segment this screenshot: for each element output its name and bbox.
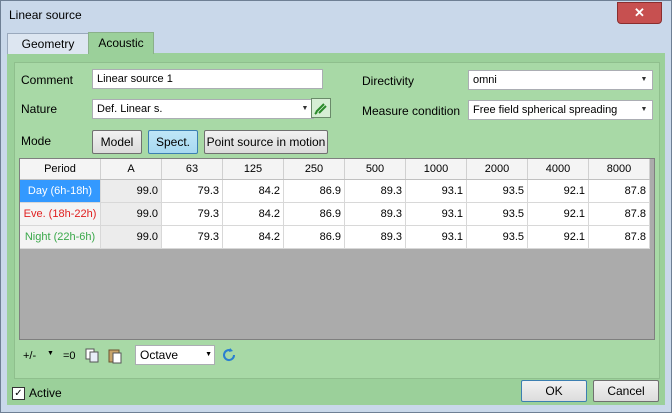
acoustic-panel: Comment Linear source 1 Directivity omni… bbox=[14, 62, 660, 379]
chevron-down-icon[interactable]: ▼ bbox=[47, 350, 54, 357]
spectrum-table: Period A 63 125 250 500 1000 2000 4000 8… bbox=[20, 159, 650, 249]
mode-spect-button[interactable]: Spect. bbox=[148, 130, 198, 154]
value-cell[interactable]: 89.3 bbox=[344, 202, 406, 226]
measure-condition-select[interactable]: Free field spherical spreading ▼ bbox=[468, 100, 653, 120]
column-header[interactable]: 63 bbox=[161, 159, 223, 180]
value-cell[interactable]: 89.3 bbox=[344, 225, 406, 249]
value-cell[interactable]: 84.2 bbox=[222, 225, 284, 249]
title-bar: Linear source ✕ bbox=[1, 1, 671, 31]
ok-button[interactable]: OK bbox=[521, 380, 587, 402]
value-cell[interactable]: 93.1 bbox=[405, 225, 467, 249]
column-header[interactable]: 8000 bbox=[588, 159, 650, 180]
value-cell[interactable]: 86.9 bbox=[283, 179, 345, 203]
column-header[interactable]: 4000 bbox=[527, 159, 589, 180]
window-title: Linear source bbox=[9, 8, 82, 22]
table-row-day: Day (6h-18h) 99.0 79.3 84.2 86.9 89.3 93… bbox=[20, 179, 650, 203]
close-button[interactable]: ✕ bbox=[617, 2, 662, 24]
value-cell[interactable]: 89.3 bbox=[344, 179, 406, 203]
value-cell[interactable]: 92.1 bbox=[527, 179, 589, 203]
column-header[interactable]: Period bbox=[20, 159, 101, 180]
cancel-button[interactable]: Cancel bbox=[593, 380, 659, 402]
value-cell[interactable]: 79.3 bbox=[161, 225, 223, 249]
grid-toolbar: +/- ▼ =0 Octave ▼ bbox=[23, 345, 243, 367]
value-cell[interactable]: 86.9 bbox=[283, 202, 345, 226]
period-cell[interactable]: Night (22h-6h) bbox=[20, 225, 101, 249]
dialog-window: Linear source ✕ Geometry Acoustic Commen… bbox=[0, 0, 672, 413]
directivity-label: Directivity bbox=[362, 74, 415, 88]
band-value: Octave bbox=[140, 348, 179, 362]
measure-condition-label: Measure condition bbox=[362, 104, 461, 118]
value-cell[interactable]: 93.5 bbox=[466, 225, 528, 249]
mode-label: Mode bbox=[21, 134, 52, 148]
column-header[interactable]: 1000 bbox=[405, 159, 467, 180]
copy-icon[interactable] bbox=[85, 348, 101, 364]
nature-select[interactable]: Def. Linear s. ▼ bbox=[92, 99, 314, 119]
mode-point-source-button[interactable]: Point source in motion bbox=[204, 130, 328, 154]
dialog-client-area: Geometry Acoustic Comment Linear source … bbox=[7, 31, 665, 405]
value-cell[interactable]: 86.9 bbox=[283, 225, 345, 249]
value-cell[interactable]: 87.8 bbox=[588, 225, 650, 249]
value-cell[interactable]: 79.3 bbox=[161, 179, 223, 203]
chevron-down-icon: ▼ bbox=[205, 351, 212, 358]
measure-condition-value: Free field spherical spreading bbox=[473, 104, 618, 116]
spectrum-grid: Period A 63 125 250 500 1000 2000 4000 8… bbox=[19, 158, 655, 340]
nature-label: Nature bbox=[21, 102, 58, 116]
period-cell[interactable]: Eve. (18h-22h) bbox=[20, 202, 101, 226]
value-cell[interactable]: 84.2 bbox=[222, 202, 284, 226]
value-cell[interactable]: 93.5 bbox=[466, 202, 528, 226]
value-cell[interactable]: 87.8 bbox=[588, 202, 650, 226]
value-cell[interactable]: 99.0 bbox=[100, 225, 162, 249]
set-zero-button[interactable]: =0 bbox=[63, 350, 76, 362]
pencil-icon bbox=[314, 103, 327, 115]
value-cell[interactable]: 99.0 bbox=[100, 179, 162, 203]
band-select[interactable]: Octave ▼ bbox=[135, 345, 215, 365]
directivity-value: omni bbox=[473, 74, 497, 86]
directivity-select[interactable]: omni ▼ bbox=[468, 70, 653, 90]
table-row-evening: Eve. (18h-22h) 99.0 79.3 84.2 86.9 89.3 … bbox=[20, 202, 650, 226]
tab-acoustic[interactable]: Acoustic bbox=[88, 32, 154, 54]
value-cell[interactable]: 84.2 bbox=[222, 179, 284, 203]
comment-label: Comment bbox=[21, 73, 74, 87]
table-header-row: Period A 63 125 250 500 1000 2000 4000 8… bbox=[20, 159, 650, 180]
chevron-down-icon: ▼ bbox=[640, 106, 648, 113]
period-cell[interactable]: Day (6h-18h) bbox=[20, 179, 101, 203]
comment-input[interactable]: Linear source 1 bbox=[92, 69, 323, 89]
value-cell[interactable]: 92.1 bbox=[527, 202, 589, 226]
column-header[interactable]: 250 bbox=[283, 159, 345, 180]
edit-nature-button[interactable] bbox=[311, 98, 331, 118]
value-cell[interactable]: 93.5 bbox=[466, 179, 528, 203]
tab-geometry[interactable]: Geometry bbox=[7, 33, 89, 54]
column-header[interactable]: 500 bbox=[344, 159, 406, 180]
value-cell[interactable]: 93.1 bbox=[405, 202, 467, 226]
active-checkbox[interactable]: ✓ bbox=[12, 387, 25, 400]
column-header[interactable]: 125 bbox=[222, 159, 284, 180]
plus-minus-button[interactable]: +/- bbox=[23, 350, 36, 362]
value-cell[interactable]: 79.3 bbox=[161, 202, 223, 226]
value-cell[interactable]: 87.8 bbox=[588, 179, 650, 203]
mode-model-button[interactable]: Model bbox=[92, 130, 142, 154]
refresh-icon[interactable] bbox=[221, 347, 237, 363]
value-cell[interactable]: 99.0 bbox=[100, 202, 162, 226]
table-row-night: Night (22h-6h) 99.0 79.3 84.2 86.9 89.3 … bbox=[20, 225, 650, 249]
value-cell[interactable]: 92.1 bbox=[527, 225, 589, 249]
paste-icon[interactable] bbox=[107, 348, 123, 364]
tab-strip: Geometry Acoustic bbox=[7, 31, 665, 54]
chevron-down-icon: ▼ bbox=[640, 76, 648, 83]
value-cell[interactable]: 93.1 bbox=[405, 179, 467, 203]
active-label: Active bbox=[29, 386, 62, 400]
column-header[interactable]: A bbox=[100, 159, 162, 180]
nature-value: Def. Linear s. bbox=[97, 103, 163, 115]
column-header[interactable]: 2000 bbox=[466, 159, 528, 180]
